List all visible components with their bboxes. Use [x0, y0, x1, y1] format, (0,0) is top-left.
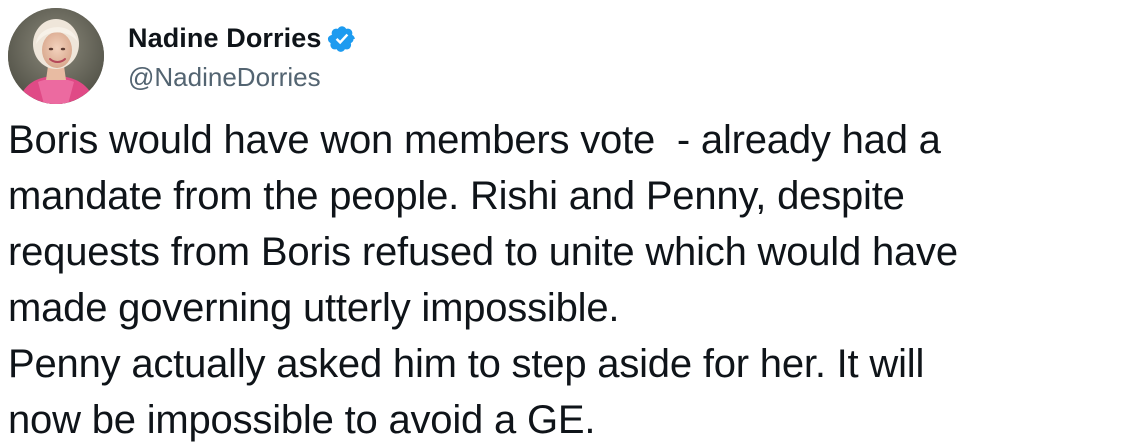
display-name[interactable]: Nadine Dorries — [128, 23, 321, 54]
user-handle[interactable]: @NadineDorries — [128, 62, 357, 93]
profile-photo-icon — [8, 8, 104, 104]
author-identity: Nadine Dorries @NadineDorries — [128, 20, 357, 93]
tweet-header: Nadine Dorries @NadineDorries — [8, 8, 357, 104]
tweet-text-line: Boris would have won members vote - alre… — [8, 118, 941, 162]
tweet-text-line: requests from Boris refused to unite whi… — [8, 230, 958, 274]
verified-badge-icon — [327, 24, 357, 54]
name-row: Nadine Dorries — [128, 20, 357, 58]
tweet-text-line: Penny actually asked him to step aside f… — [8, 342, 925, 386]
avatar[interactable] — [8, 8, 104, 104]
tweet-text-line: now be impossible to avoid a GE. — [8, 398, 596, 442]
tweet-card: Nadine Dorries @NadineDorries Boris woul… — [0, 0, 1125, 448]
tweet-text-line: made governing utterly impossible. — [8, 286, 620, 330]
tweet-text-line: mandate from the people. Rishi and Penny… — [8, 174, 905, 218]
tweet-text: Boris would have won members vote - alre… — [8, 112, 1120, 448]
